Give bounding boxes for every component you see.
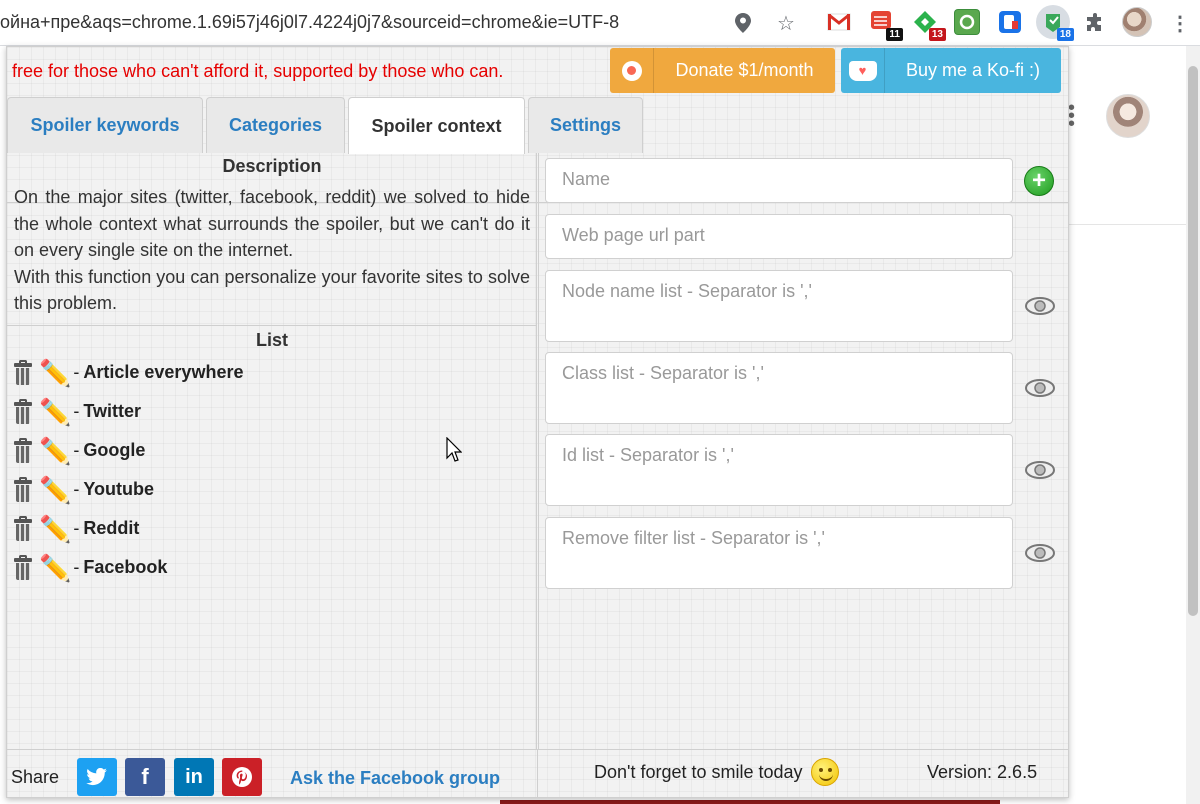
trash-icon[interactable] [13,398,33,425]
location-icon[interactable] [729,9,757,37]
todoist-icon[interactable]: 11 [869,9,903,41]
pencil-icon[interactable]: ✏️ [39,438,71,464]
list-item: ✏️ - Twitter [13,392,533,431]
patreon-icon [610,48,654,93]
list-item: ✏️ - Article everywhere [13,353,533,392]
footer-divider [537,750,538,798]
eye-icon[interactable] [1024,378,1056,398]
spoiler-badge: 18 [1056,28,1074,41]
site-name: Facebook [83,557,168,577]
pencil-icon[interactable]: ✏️ [39,360,71,386]
menu-icon[interactable]: ⋮ [1166,9,1194,37]
description-paragraph-1: On the major sites (twitter, facebook, r… [14,187,530,260]
extensions-icon[interactable] [1081,9,1109,37]
donate-patreon-button[interactable]: Donate $1/month [610,48,835,93]
pinterest-icon [232,767,252,787]
trash-icon[interactable] [13,515,33,542]
star-icon[interactable]: ☆ [772,9,800,37]
address-bar-text[interactable]: ойна+пре&aqs=chrome.1.69i57j46j0l7.4224j… [0,12,619,33]
description-paragraph-2: With this function you can personalize y… [14,266,530,314]
share-label: Share [11,767,60,787]
item-dash: - [73,518,80,538]
list-item: ✏️ - Youtube [13,470,533,509]
facebook-share-button[interactable]: f [125,758,165,796]
item-dash: - [73,440,80,460]
eye-icon[interactable] [1024,460,1056,480]
scrollbar-thumb[interactable] [1188,66,1198,616]
item-dash: - [73,401,80,421]
version-text: Version: 2.6.5 [927,762,1038,782]
donate-patreon-label: Donate $1/month [675,60,814,80]
smile-icon [811,758,839,786]
url-part-input[interactable]: Web page url part [545,214,1013,259]
pinterest-share-button[interactable] [222,758,262,796]
twitter-icon [86,768,107,786]
popup-footer: Share f in Ask the Facebook group Don't … [7,749,1068,798]
right-panel: Name + Web page url part Node name list … [538,153,1068,749]
site-list: ✏️ - Article everywhere ✏️ - Twitter ✏️ … [13,353,533,587]
tab-spoiler-context[interactable]: Spoiler context [348,97,525,154]
background-page: • • • [1068,46,1200,804]
item-dash: - [73,362,80,382]
more-icon[interactable]: • • • [1068,98,1075,134]
trash-icon[interactable] [13,359,33,386]
tab-icon[interactable] [997,9,1023,35]
site-name: Article everywhere [83,362,244,382]
refresh-icon[interactable] [954,9,980,35]
description-title: Description [222,156,322,176]
site-name: Reddit [83,518,140,538]
smile-message: Don't forget to smile today [594,762,803,782]
node-name-list-input[interactable]: Node name list - Separator is ',' [545,270,1013,342]
add-icon[interactable]: + [1024,166,1054,196]
tab-spoiler-keywords[interactable]: Spoiler keywords [7,97,203,153]
gmail-icon[interactable] [826,9,852,35]
id-list-input[interactable]: Id list - Separator is ',' [545,434,1013,506]
site-name: Twitter [83,401,142,421]
section-divider [7,325,537,326]
site-name: Google [83,440,146,460]
tab-categories[interactable]: Categories [206,97,345,153]
divider [1068,224,1200,225]
trash-icon[interactable] [13,476,33,503]
page-bottom-bar [500,800,1000,804]
remove-filter-list-input[interactable]: Remove filter list - Separator is ',' [545,517,1013,589]
list-item: ✏️ - Reddit [13,509,533,548]
extension-popup: free for those who can't afford it, supp… [6,46,1069,798]
kofi-icon: ♥ [841,48,885,93]
twitter-share-button[interactable] [77,758,117,796]
trash-icon[interactable] [13,437,33,464]
slogan-text: free for those who can't afford it, supp… [12,61,504,81]
avatar[interactable] [1122,7,1152,37]
scrollbar[interactable] [1186,46,1200,804]
pencil-icon[interactable]: ✏️ [39,516,71,542]
spoiler-icon[interactable]: 18 [1036,5,1074,41]
buy-kofi-label: Buy me a Ko-fi :) [905,60,1041,80]
list-item: ✏️ - Facebook [13,548,533,587]
facebook-group-link[interactable]: Ask the Facebook group [290,768,500,789]
name-input[interactable]: Name [545,158,1013,203]
site-name: Youtube [83,479,155,499]
pencil-icon[interactable]: ✏️ [39,399,71,425]
buy-kofi-button[interactable]: ♥ Buy me a Ko-fi :) [841,48,1061,93]
page-avatar[interactable] [1106,94,1150,138]
browser-toolbar: ойна+пре&aqs=chrome.1.69i57j46j0l7.4224j… [0,0,1200,46]
pencil-icon[interactable]: ✏️ [39,555,71,581]
feedly-badge: 13 [928,28,946,41]
eye-icon[interactable] [1024,543,1056,563]
cursor-icon [446,437,462,462]
todoist-badge: 11 [886,28,903,41]
item-dash: - [73,557,80,577]
description-text: On the major sites (twitter, facebook, r… [14,184,530,317]
tab-settings[interactable]: Settings [528,97,643,153]
feedly-icon[interactable]: 13 [912,9,946,41]
trash-icon[interactable] [13,554,33,581]
eye-icon[interactable] [1024,296,1056,316]
list-title: List [255,330,288,350]
pencil-icon[interactable]: ✏️ [39,477,71,503]
item-dash: - [73,479,80,499]
linkedin-share-button[interactable]: in [174,758,214,796]
tab-bar: Spoiler keywords Categories Spoiler cont… [7,97,1068,203]
class-list-input[interactable]: Class list - Separator is ',' [545,352,1013,424]
